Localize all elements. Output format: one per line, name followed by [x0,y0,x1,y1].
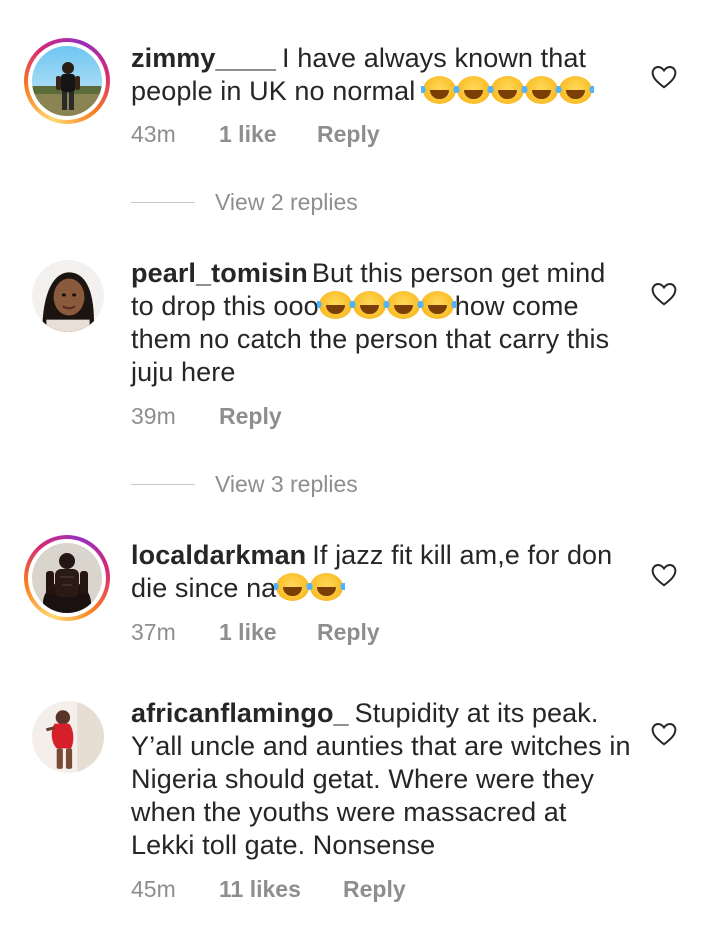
avatar [32,543,102,613]
comment-timestamp: 43m [131,121,176,147]
comment-username[interactable]: pearl_tomisin [131,258,308,288]
avatar-story-ring[interactable] [24,38,110,124]
comment-username[interactable]: africanflamingo_ [131,698,349,728]
likes-count[interactable]: 11 likes [219,876,343,903]
heart-outline-icon[interactable] [651,65,677,89]
reply-button[interactable]: Reply [317,619,380,646]
avatar [32,260,104,332]
heart-outline-icon[interactable] [651,563,677,587]
avatar [32,701,104,773]
comment-meta: 39m Reply [131,403,282,430]
heart-outline-icon[interactable] [651,722,677,746]
comment-body: pearl_tomisin But this person get mind to… [131,257,631,389]
reply-button[interactable]: Reply [219,403,282,430]
avatar-wrapper[interactable] [32,701,104,773]
comment-timestamp: 39m [131,403,176,429]
emoji-face-with-tears-of-joy-icon [522,76,560,104]
reply-button[interactable]: Reply [343,876,406,903]
emoji-face-with-tears-of-joy-icon [418,291,456,319]
comment-meta: 37m 1 like Reply [131,619,380,646]
emoji-face-with-tears-of-joy-icon [384,291,422,319]
avatar-wrapper[interactable] [32,260,104,332]
comment-body: zimmy____ I have always known that people… [131,42,631,108]
heart-outline-icon[interactable] [651,282,677,306]
divider-line [131,202,195,203]
comment-username[interactable]: localdarkman [131,540,306,570]
emoji-face-with-tears-of-joy-icon [308,573,346,601]
comment-timestamp: 45m [131,876,176,902]
view-replies-link[interactable]: View 2 replies [131,189,358,216]
emoji-face-with-tears-of-joy-icon [454,76,492,104]
emoji-face-with-tears-of-joy-icon [420,76,458,104]
likes-count[interactable]: 1 like [219,121,317,148]
reply-button[interactable]: Reply [317,121,380,148]
comment-body: africanflamingo_ Stupidity at its peak. Y… [131,697,631,862]
emoji-face-with-tears-of-joy-icon [488,76,526,104]
view-replies-label: View 2 replies [215,189,358,215]
divider-line [131,484,195,485]
emoji-face-with-tears-of-joy-icon [350,291,388,319]
comment-username[interactable]: zimmy____ [131,43,276,73]
emoji-face-with-tears-of-joy-icon [316,291,354,319]
view-replies-label: View 3 replies [215,471,358,497]
comment-body: localdarkman If jazz fit kill am,e for do… [131,539,631,605]
avatar [32,46,102,116]
comment-meta: 43m 1 like Reply [131,121,380,148]
emoji-face-with-tears-of-joy-icon [274,573,312,601]
avatar-story-ring[interactable] [24,535,110,621]
likes-count[interactable]: 1 like [219,619,317,646]
comment-timestamp: 37m [131,619,176,645]
view-replies-link[interactable]: View 3 replies [131,471,358,498]
comment-meta: 45m 11 likes Reply [131,876,406,903]
emoji-face-with-tears-of-joy-icon [556,76,594,104]
